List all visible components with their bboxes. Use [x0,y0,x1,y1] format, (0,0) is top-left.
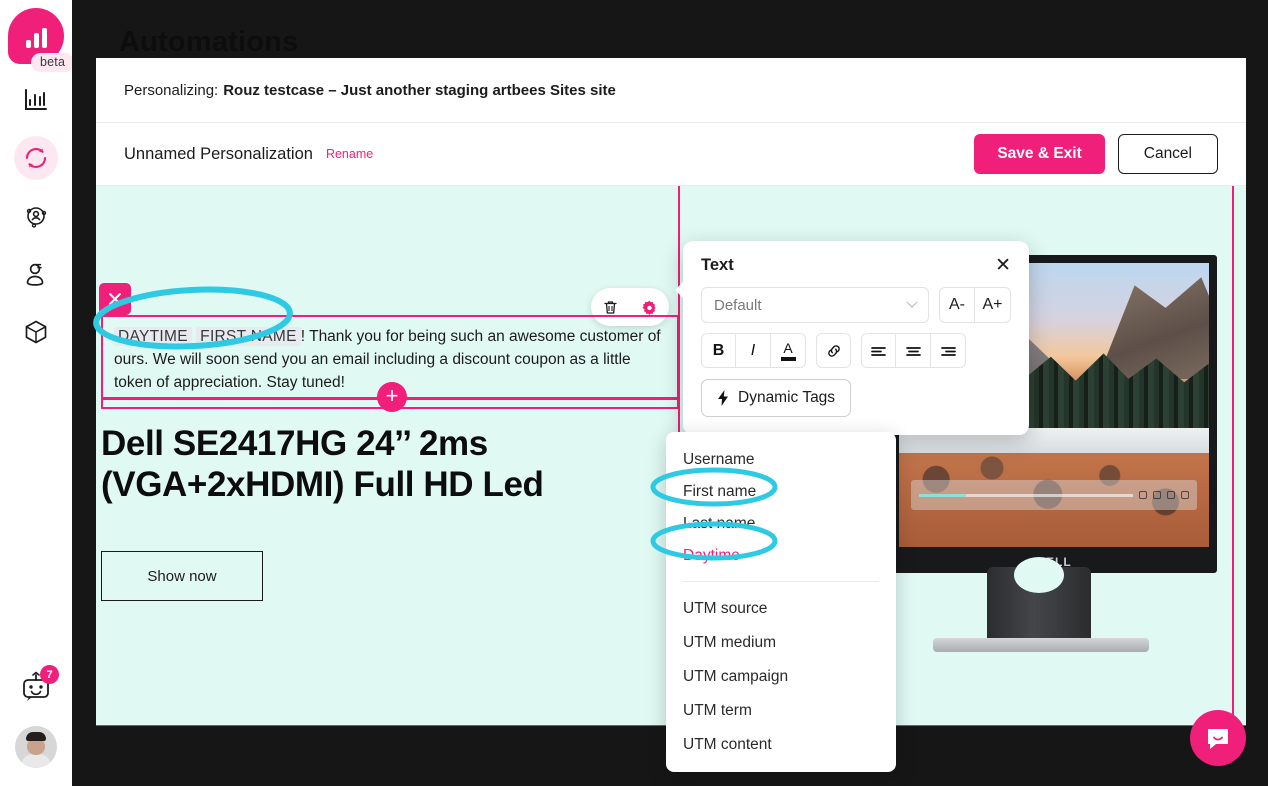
monitor-stand-neck [987,557,1091,645]
dynamic-tag-first-name[interactable]: FIRST NAME [196,327,301,346]
lightning-bolt-icon [718,390,728,406]
column-divider-right [1232,186,1234,726]
style-group: B I A [701,333,806,368]
sidebar-item-visitors[interactable] [14,252,58,296]
dropdown-item-daytime[interactable]: Daytime [666,540,896,572]
dynamic-tags-label: Dynamic Tags [738,389,836,406]
personalization-name: Unnamed Personalization [124,144,313,163]
align-left-button[interactable] [861,333,896,368]
link-group [816,333,851,368]
visitor-icon [26,263,44,286]
popover-header: Text ✕ [701,256,1011,275]
video-player-bar [911,480,1197,511]
dropdown-item-utm-medium[interactable]: UTM medium [666,626,896,660]
text-color-icon: A [780,339,796,361]
show-now-button[interactable]: Show now [101,551,263,601]
save-and-exit-button[interactable]: Save & Exit [974,134,1105,174]
font-select-value: Default [714,296,762,314]
left-sidebar: beta 7 [0,0,75,786]
chat-bot-badge: 7 [40,665,59,684]
dropdown-item-last-name[interactable]: Last name [666,508,896,540]
align-center-button[interactable] [896,333,931,368]
align-center-icon [905,346,921,356]
app-root: beta 7 Automations Personalizing: Rouz t… [0,0,1268,786]
refresh-cycle-icon [25,147,47,169]
align-right-button[interactable] [931,333,966,368]
chat-bubble-icon [1208,729,1228,749]
block-drag-handle[interactable] [99,283,131,315]
dynamic-tag-daytime[interactable]: DAYTIME [114,327,192,346]
close-icon[interactable]: ✕ [995,256,1011,275]
dynamic-tags-dropdown: Username First name Last name Daytime UT… [666,432,896,773]
monitor-stand-base [933,638,1149,652]
bar-chart-icon [25,89,47,110]
dropdown-separator [683,581,879,583]
rename-link[interactable]: Rename [326,147,373,161]
bar-chart-icon [25,28,47,48]
align-group [861,333,966,368]
modal-subheader: Unnamed Personalization Rename Save & Ex… [96,123,1246,186]
cancel-button[interactable]: Cancel [1117,134,1218,174]
beta-badge: beta [31,53,75,72]
page-title: Automations [119,26,299,58]
close-icon [109,293,121,305]
align-right-icon [940,346,956,356]
align-left-icon [871,346,886,356]
sidebar-item-products[interactable] [14,310,58,354]
text-format-popover: Text ✕ Default A- A+ B I A Dynamic Tags [675,241,1029,444]
site-name: Rouz testcase – Just another staging art… [223,81,616,99]
popover-row-style: B I A [701,333,1011,368]
package-cube-icon [25,320,47,344]
text-color-letter: A [783,339,793,356]
personalizing-label: Personalizing: [124,81,219,99]
add-block-button[interactable]: + [377,382,407,412]
sidebar-item-audience[interactable] [14,194,58,238]
font-size-group: A- A+ [939,287,1011,323]
intercom-chat-button[interactable] [1190,710,1246,766]
link-button[interactable] [816,333,851,368]
dropdown-item-utm-content[interactable]: UTM content [666,728,896,762]
popover-title: Text [701,256,734,274]
dynamic-tags-button[interactable]: Dynamic Tags [701,379,852,417]
chevron-down-icon [906,296,918,308]
audience-network-icon [26,207,47,228]
dropdown-item-username[interactable]: Username [666,444,896,476]
gear-icon[interactable] [641,299,658,316]
decrease-font-size-button[interactable]: A- [939,287,975,323]
dropdown-item-utm-campaign[interactable]: UTM campaign [666,660,896,694]
bold-button[interactable]: B [701,333,736,368]
user-avatar[interactable] [15,726,57,768]
logo-wrapper: beta [8,8,75,72]
dropdown-item-first-name[interactable]: First name [666,476,896,508]
trash-icon[interactable] [602,299,619,316]
text-color-button[interactable]: A [771,333,806,368]
popover-row-font: Default A- A+ [701,287,1011,323]
increase-font-size-button[interactable]: A+ [975,287,1011,323]
sidebar-item-analytics[interactable] [14,78,58,122]
link-icon [827,344,840,357]
dropdown-item-utm-term[interactable]: UTM term [666,694,896,728]
modal-header: Personalizing: Rouz testcase – Just anot… [96,58,1246,123]
sidebar-item-automations[interactable] [14,136,58,180]
italic-button[interactable]: I [736,333,771,368]
chat-bot-button[interactable]: 7 [19,665,59,710]
dropdown-item-utm-source[interactable]: UTM source [666,592,896,626]
product-title: Dell SE2417HG 24’’ 2ms (VGA+2xHDMI) Full… [101,424,544,504]
font-select[interactable]: Default [701,287,929,323]
